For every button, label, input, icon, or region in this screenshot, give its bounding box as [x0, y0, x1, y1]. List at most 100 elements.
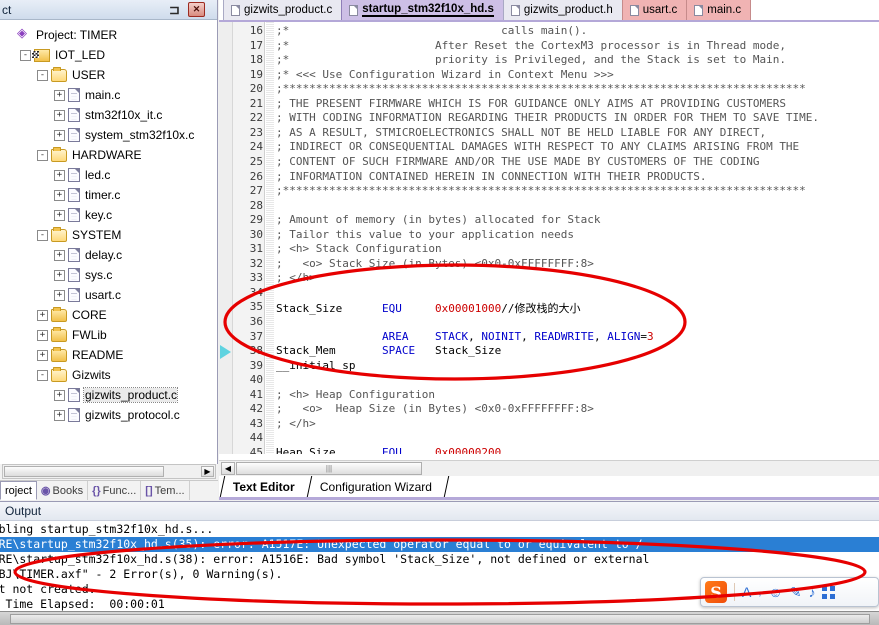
code-line[interactable]: ; Tailor this value to your application …	[276, 228, 574, 241]
output-line[interactable]: ..\CORE\startup_stm32f10x_hd.s(38): erro…	[0, 552, 649, 567]
code-editor[interactable]: 16 ;* calls main(). 17 ;* After Reset the C…	[219, 22, 879, 454]
code-line[interactable]: ;* calls main().	[276, 24, 587, 37]
scrollbar-thumb[interactable]	[4, 466, 164, 477]
expand-icon[interactable]: +	[37, 329, 48, 341]
tree-item-stm32f10x_it.c[interactable]: + stm32f10x_it.c	[0, 105, 217, 125]
tree-item-sys.c[interactable]: + sys.c	[0, 265, 217, 285]
expand-icon[interactable]: +	[54, 389, 65, 401]
pin-icon[interactable]: ⊐	[167, 2, 182, 17]
pen-icon[interactable]: ✎	[790, 584, 802, 601]
expand-icon[interactable]: +	[54, 129, 65, 141]
collapse-icon[interactable]: -	[37, 149, 48, 161]
editor-tab-startup-stm32f10x-hd-s[interactable]: startup_stm32f10x_hd.s	[341, 0, 504, 20]
code-line[interactable]: Heap_Size EQU 0x00000200	[276, 446, 501, 454]
code-line[interactable]: ; THE PRESENT FIRMWARE WHICH IS FOR GUID…	[276, 97, 786, 110]
editor-view-tabs[interactable]: Text Editor Configuration Wizard	[219, 476, 879, 500]
microphone-icon[interactable]: ♪	[808, 584, 815, 600]
tree-item-system_stm32f10x.c[interactable]: + system_stm32f10x.c	[0, 125, 217, 145]
code-line[interactable]: ; <h> Stack Configuration	[276, 242, 442, 255]
scroll-right-arrow[interactable]: ▶	[201, 466, 214, 477]
code-line[interactable]: ; <o> Stack Size (in Bytes) <0x0-0xFFFFF…	[276, 257, 594, 270]
tree-item-hardware[interactable]: - HARDWARE	[0, 145, 217, 165]
tree-item-delay.c[interactable]: + delay.c	[0, 245, 217, 265]
windows-taskbar[interactable]	[0, 611, 879, 625]
code-line[interactable]: ;***************************************…	[276, 184, 806, 197]
code-line[interactable]: ; <o> Heap Size (in Bytes) <0x0-0xFFFFFF…	[276, 402, 594, 415]
tree-item-system[interactable]: - SYSTEM	[0, 225, 217, 245]
editor-tab-main-c[interactable]: main.c	[686, 0, 752, 20]
code-line[interactable]: ;***************************************…	[276, 82, 806, 95]
output-line[interactable]: Target not created.	[0, 582, 96, 597]
view-tab-text-editor[interactable]: Text Editor	[219, 476, 313, 497]
tree-item-main.c[interactable]: + main.c	[0, 85, 217, 105]
editor-tab-bar[interactable]: gizwits_product.c startup_stm32f10x_hd.s g…	[219, 0, 879, 22]
tree-item-key.c[interactable]: + key.c	[0, 205, 217, 225]
project-panel-tabs[interactable]: roject ◉ Books{} Func...[] Tem...	[0, 480, 218, 500]
tree-item-fwlib[interactable]: + FWLib	[0, 325, 217, 345]
tree-item-readme[interactable]: + README	[0, 345, 217, 365]
editor-horizontal-scrollbar[interactable]: ◀ |||	[219, 460, 879, 476]
expand-icon[interactable]: +	[54, 409, 65, 421]
tree-item-gizwits_protocol.c[interactable]: + gizwits_protocol.c	[0, 405, 217, 425]
project-tree[interactable]: Project: TIMER-IOT_LED-USER+main.c+stm32…	[0, 21, 217, 464]
collapse-icon[interactable]: -	[37, 69, 48, 81]
expand-icon[interactable]: +	[54, 249, 65, 261]
code-line[interactable]: ; AS A RESULT, STMICROELECTRONICS SHALL …	[276, 126, 766, 139]
editor-tab-gizwits-product-c[interactable]: gizwits_product.c	[223, 0, 343, 20]
code-line[interactable]: ;* priority is Privileged, and the Stack…	[276, 53, 786, 66]
editor-tab-usart-c[interactable]: usart.c	[621, 0, 688, 20]
code-line[interactable]: ; INDIRECT OR CONSEQUENTIAL DAMAGES WITH…	[276, 140, 799, 153]
view-tab-configuration-wizard[interactable]: Configuration Wizard	[307, 476, 450, 497]
scrollbar-thumb[interactable]: |||	[236, 462, 422, 475]
collapse-icon[interactable]: -	[37, 229, 48, 241]
close-icon[interactable]: ✕	[188, 2, 205, 17]
code-line[interactable]: ; CONTENT OF SUCH FIRMWARE AND/OR THE US…	[276, 155, 759, 168]
tree-item-user[interactable]: - USER	[0, 65, 217, 85]
output-line-selected[interactable]: ..\CORE\startup_stm32f10x_hd.s(35): erro…	[0, 537, 879, 552]
tree-item-iot_led[interactable]: - IOT_LED	[0, 45, 217, 65]
project-tab-roject[interactable]: roject	[0, 481, 37, 500]
code-line[interactable]: ; INFORMATION CONTAINED HEREIN IN CONNEC…	[276, 170, 706, 183]
code-line[interactable]: __initial_sp	[276, 359, 355, 372]
output-line[interactable]: "..\OBJ\TIMER.axf" - 2 Error(s), 0 Warni…	[0, 567, 283, 582]
code-line[interactable]: Stack_Size EQU 0x00001000//修改栈的大小	[276, 300, 580, 316]
code-line[interactable]: ;* After Reset the CortexM3 processor is…	[276, 39, 786, 52]
expand-icon[interactable]: +	[54, 269, 65, 281]
collapse-icon[interactable]: -	[37, 369, 48, 381]
project-tab-func[interactable]: {} Func...	[88, 481, 142, 500]
code-line[interactable]: ; WITH CODING INFORMATION REGARDING THEI…	[276, 111, 819, 124]
emoji-icon[interactable]: ☺	[768, 584, 782, 600]
code-line[interactable]: ;* <<< Use Configuration Wizard in Conte…	[276, 68, 614, 81]
font-size-icon[interactable]: A	[742, 584, 751, 600]
expand-icon[interactable]: +	[54, 289, 65, 301]
code-line[interactable]: Stack_Mem SPACE Stack_Size	[276, 344, 501, 357]
scroll-left-arrow[interactable]: ◀	[221, 462, 235, 475]
tree-item-gizwits[interactable]: - Gizwits	[0, 365, 217, 385]
tree-item-gizwits_product.c[interactable]: + gizwits_product.c	[0, 385, 217, 405]
tree-item-timer.c[interactable]: + timer.c	[0, 185, 217, 205]
expand-icon[interactable]: +	[37, 309, 48, 321]
output-line[interactable]: Assembling startup_stm32f10x_hd.s...	[0, 522, 213, 537]
project-tab-tem[interactable]: [] Tem...	[141, 481, 190, 500]
expand-icon[interactable]: +	[37, 349, 48, 361]
editor-tab-gizwits-product-h[interactable]: gizwits_product.h	[502, 0, 623, 20]
tree-item-project--timer[interactable]: Project: TIMER	[0, 25, 217, 45]
sogou-logo-icon[interactable]: S	[705, 581, 727, 603]
project-tab-books[interactable]: ◉ Books	[37, 481, 89, 500]
expand-icon[interactable]: +	[54, 109, 65, 121]
tree-item-core[interactable]: + CORE	[0, 305, 217, 325]
app-grid-icon[interactable]	[822, 585, 836, 599]
expand-icon[interactable]: +	[54, 89, 65, 101]
expand-icon[interactable]: +	[54, 189, 65, 201]
expand-icon[interactable]: +	[54, 209, 65, 221]
sogou-ime-toolbar[interactable]: S A , ☺ ✎ ♪	[700, 577, 879, 607]
code-line[interactable]: AREA STACK, NOINIT, READWRITE, ALIGN=3	[276, 330, 654, 343]
code-line[interactable]: ; <h> Heap Configuration	[276, 388, 435, 401]
tree-item-led.c[interactable]: + led.c	[0, 165, 217, 185]
tree-item-usart.c[interactable]: + usart.c	[0, 285, 217, 305]
project-horizontal-scrollbar[interactable]: ▶	[2, 464, 216, 479]
editor-marker-column[interactable]	[219, 22, 233, 454]
collapse-icon[interactable]: -	[20, 49, 31, 61]
code-line[interactable]: ; </h>	[276, 417, 316, 430]
expand-icon[interactable]: +	[54, 169, 65, 181]
